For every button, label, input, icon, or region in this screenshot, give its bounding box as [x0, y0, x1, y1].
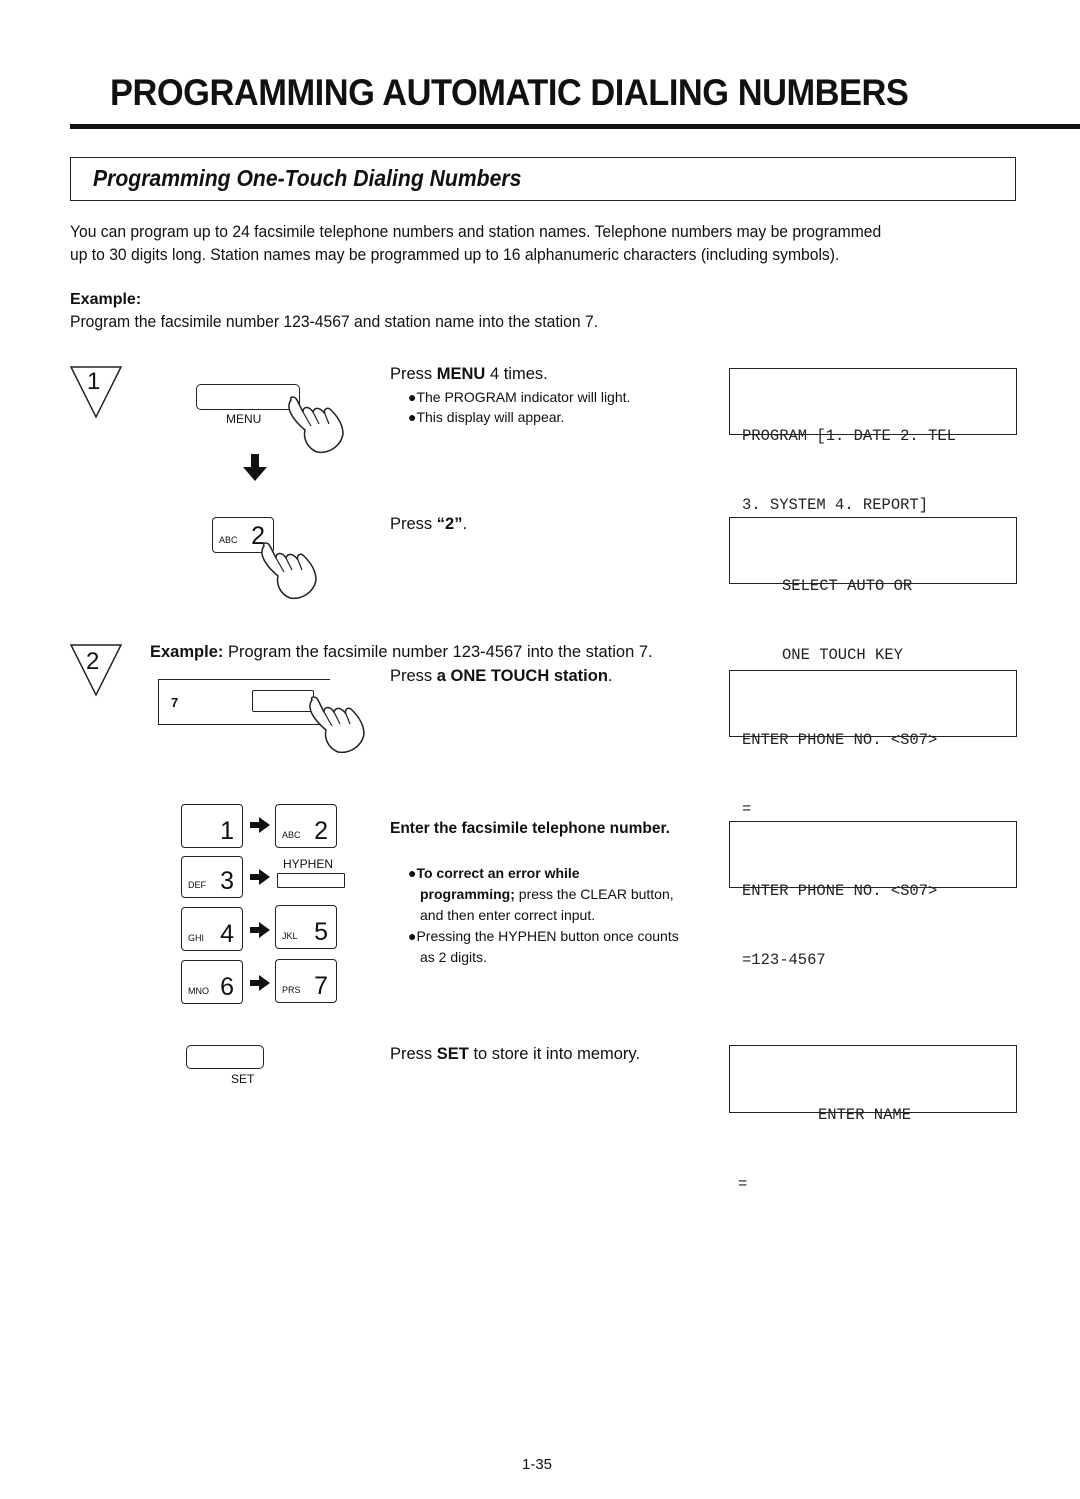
keypad-key-7[interactable]: PRS 7	[275, 959, 337, 1003]
title-divider	[70, 124, 1080, 129]
step-number: 1	[87, 368, 101, 395]
lcd-display-enter-name: ENTER NAME =	[729, 1045, 1017, 1193]
down-arrow-icon	[243, 454, 267, 487]
lcd-line-2: =123-4567	[742, 951, 826, 969]
page-title: PROGRAMMING AUTOMATIC DIALING NUMBERS	[110, 72, 909, 113]
lcd-line-1: PROGRAM [1. DATE 2. TEL	[742, 427, 956, 445]
hand-pointer-icon	[285, 394, 347, 461]
section-title: Programming One-Touch Dialing Numbers	[93, 165, 522, 191]
step-number: 2	[86, 648, 100, 675]
note-hyphen-line1: ●Pressing the HYPHEN button once counts	[408, 928, 679, 944]
hyphen-key[interactable]	[277, 873, 345, 888]
note-correct-error-line2: programming; press the CLEAR button,	[420, 886, 674, 902]
lcd-line-1: SELECT AUTO OR	[782, 577, 913, 595]
set-instruction: Press SET to store it into memory.	[390, 1045, 641, 1063]
lcd-line-1: ENTER NAME	[818, 1106, 912, 1124]
lcd-line-2: =	[738, 1175, 748, 1193]
right-arrow-icon	[250, 817, 270, 838]
step1-bullet-2: ●This display will appear.	[408, 409, 565, 425]
set-key-label: SET	[231, 1072, 255, 1086]
intro-line-1: You can program up to 24 facsimile telep…	[70, 223, 882, 241]
page-number: 1-35	[522, 1456, 553, 1473]
step1-bullet-1: ●The PROGRAM indicator will light.	[408, 389, 631, 405]
note-correct-error-line3: and then enter correct input.	[420, 907, 596, 923]
menu-key-label: MENU	[226, 412, 262, 426]
hand-pointer-icon	[258, 540, 320, 607]
lcd-display-program-menu: PROGRAM [1. DATE 2. TEL 3. SYSTEM 4. REP…	[729, 368, 1017, 514]
note-hyphen-line2: as 2 digits.	[420, 949, 487, 965]
lcd-display-phone-entered: ENTER PHONE NO. <S07> =123-4567	[729, 821, 1017, 969]
keypad-key-1[interactable]: 1	[181, 804, 243, 848]
lcd-line-1: ENTER PHONE NO. <S07>	[742, 882, 938, 900]
right-arrow-icon	[250, 922, 270, 943]
step2-press-one-touch: Press a ONE TOUCH station.	[390, 667, 613, 685]
keypad-key-5[interactable]: JKL 5	[275, 905, 337, 949]
right-arrow-icon	[250, 975, 270, 996]
example-label: Example:	[70, 291, 142, 308]
keypad-key-4[interactable]: GHI 4	[181, 907, 243, 951]
lcd-line-2: =	[742, 800, 752, 818]
one-touch-key-7[interactable]	[252, 690, 314, 712]
lcd-display-select-auto: SELECT AUTO OR ONE TOUCH KEY	[729, 517, 1017, 664]
station-number-label: 7	[171, 695, 179, 710]
keypad-key-3[interactable]: DEF 3	[181, 856, 243, 898]
intro-line-2: up to 30 digits long. Station names may …	[70, 246, 840, 264]
enter-number-instruction: Enter the facsimile telephone number.	[390, 820, 670, 837]
keypad-key-6[interactable]: MNO 6	[181, 960, 243, 1004]
lcd-display-enter-phone: ENTER PHONE NO. <S07> =	[729, 670, 1017, 818]
step2-example: Example: Program the facsimile number 12…	[150, 643, 653, 661]
step-2-marker: 2	[69, 644, 123, 697]
right-arrow-icon	[250, 869, 270, 890]
set-key[interactable]	[186, 1045, 264, 1069]
step-1-marker: 1	[69, 366, 123, 419]
example-text: Program the facsimile number 123-4567 an…	[70, 313, 599, 331]
lcd-line-2: 3. SYSTEM 4. REPORT]	[742, 496, 929, 514]
hand-pointer-icon	[306, 694, 368, 761]
lcd-line-2: ONE TOUCH KEY	[782, 646, 903, 664]
step1-press-2-instruction: Press “2”.	[390, 515, 468, 533]
intro-paragraph: You can program up to 24 facsimile telep…	[70, 221, 982, 267]
lcd-line-1: ENTER PHONE NO. <S07>	[742, 731, 938, 749]
step1-instruction: Press MENU 4 times.	[390, 365, 548, 383]
note-correct-error-line1: ●To correct an error while	[408, 865, 580, 881]
hyphen-key-label: HYPHEN	[283, 857, 334, 871]
keypad-key-2[interactable]: ABC 2	[275, 804, 337, 848]
